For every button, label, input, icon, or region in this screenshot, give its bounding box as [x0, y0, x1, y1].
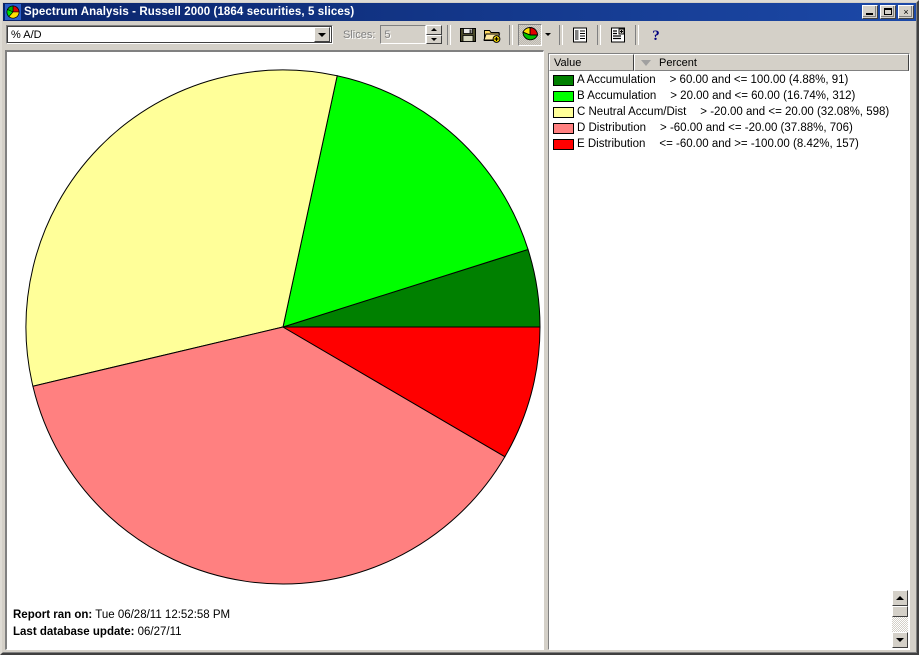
legend-color-swatch	[553, 106, 574, 118]
pie-chart-icon	[5, 4, 21, 20]
minimize-icon	[866, 13, 873, 15]
minimize-button[interactable]	[862, 5, 878, 19]
help-button[interactable]: ?	[644, 24, 668, 46]
chart-panel: A Accumulation 4.88% (91)B Accumulation …	[5, 50, 544, 650]
legend-row-label: E Distribution	[577, 138, 646, 150]
legend-color-swatch	[553, 74, 574, 86]
pie-chart-icon	[522, 26, 539, 40]
legend-row-detail: > -20.00 and <= 20.00 (32.08%, 598)	[700, 106, 890, 118]
legend-row-detail: > 20.00 and <= 60.00 (16.74%, 312)	[670, 90, 856, 102]
question-mark-icon: ?	[653, 28, 661, 44]
slices-spin-buttons	[426, 25, 443, 44]
toolbar-separator-5	[635, 24, 640, 45]
scroll-up-button[interactable]	[892, 590, 908, 606]
legend-row[interactable]: D Distribution > -60.00 and <= -20.00 (37…	[549, 120, 909, 136]
legend-row-label: C Neutral Accum/Dist	[577, 106, 687, 118]
slices-label: Slices:	[343, 28, 376, 41]
last-database-update-value: 06/27/11	[137, 626, 182, 638]
scrollbar-track[interactable]	[892, 617, 908, 632]
report-ran-on-label: Report ran on:	[13, 609, 93, 621]
column-header-percent-label: Percent	[659, 56, 697, 69]
legend-row[interactable]: B Accumulation > 20.00 and <= 60.00 (16.7…	[549, 88, 909, 104]
column-header-percent[interactable]: Percent	[634, 54, 909, 71]
slices-stepper[interactable]: 5	[380, 25, 443, 44]
floppy-disk-icon	[460, 27, 477, 42]
slices-input[interactable]: 5	[380, 25, 427, 44]
slices-increment-button[interactable]	[426, 25, 443, 35]
legend-row[interactable]: A Accumulation > 60.00 and <= 100.00 (4.8…	[549, 72, 909, 88]
svg-text:?: ?	[653, 28, 661, 44]
folder-add-icon	[483, 29, 501, 43]
toolbar: % A/D Slices: 5 ?	[3, 22, 916, 47]
pie-chart[interactable]: A Accumulation 4.88% (91)B Accumulation …	[7, 52, 543, 649]
slices-decrement-button[interactable]	[426, 34, 443, 44]
legend-list: A Accumulation > 60.00 and <= 100.00 (4.8…	[549, 71, 909, 152]
legend-row-label: D Distribution	[577, 122, 647, 134]
report-add-icon	[611, 27, 626, 42]
list-report-button[interactable]	[568, 24, 592, 46]
pie-chart-view-button[interactable]	[518, 23, 543, 46]
chevron-down-icon	[545, 33, 552, 36]
triangle-down-icon	[431, 37, 438, 41]
triangle-up-icon	[896, 596, 904, 600]
legend-header: Value Percent	[549, 54, 909, 71]
legend-scrollbar[interactable]	[892, 590, 908, 648]
title-bar[interactable]: Spectrum Analysis - Russell 2000 (1864 s…	[3, 3, 916, 21]
add-report-button[interactable]	[606, 24, 630, 46]
window-controls: ×	[862, 5, 914, 19]
application-window: Spectrum Analysis - Russell 2000 (1864 s…	[0, 0, 919, 655]
maximize-icon	[884, 8, 892, 15]
close-button[interactable]: ×	[898, 5, 914, 19]
indicator-select[interactable]: % A/D	[6, 25, 333, 44]
toolbar-separator-3	[559, 24, 564, 45]
column-header-value[interactable]: Value	[549, 54, 634, 71]
legend-row-detail: > -60.00 and <= -20.00 (37.88%, 706)	[660, 122, 853, 134]
chart-type-dropdown[interactable]	[542, 24, 554, 46]
triangle-up-icon	[431, 28, 438, 32]
legend-color-swatch	[553, 138, 574, 150]
report-list-icon	[573, 27, 588, 42]
toolbar-separator-2	[509, 24, 514, 45]
legend-row[interactable]: C Neutral Accum/Dist > -20.00 and <= 20.0…	[549, 104, 909, 120]
legend-row[interactable]: E Distribution <= -60.00 and >= -100.00 (…	[549, 136, 909, 152]
scroll-down-button[interactable]	[892, 632, 908, 648]
scrollbar-thumb[interactable]	[892, 606, 908, 617]
legend-color-swatch	[553, 122, 574, 134]
window-title: Spectrum Analysis - Russell 2000 (1864 s…	[24, 6, 355, 18]
last-database-update: Last database update: 06/27/11	[13, 624, 182, 640]
legend-panel: Value Percent A Accumulation > 60.00 and …	[548, 53, 910, 650]
toolbar-separator-4	[597, 24, 602, 45]
maximize-button[interactable]	[880, 5, 896, 19]
sort-descending-icon	[641, 59, 651, 66]
last-database-update-label: Last database update:	[13, 626, 135, 638]
triangle-down-icon	[896, 638, 904, 642]
legend-row-label: B Accumulation	[577, 90, 657, 102]
legend-row-label: A Accumulation	[577, 74, 656, 86]
open-add-button[interactable]	[480, 24, 504, 46]
close-icon: ×	[903, 6, 909, 17]
legend-color-swatch	[553, 90, 574, 102]
legend-row-detail: <= -60.00 and >= -100.00 (8.42%, 157)	[659, 138, 859, 150]
report-ran-on: Report ran on: Tue 06/28/11 12:52:58 PM	[13, 607, 230, 623]
chevron-down-icon[interactable]	[314, 27, 330, 42]
legend-row-detail: > 60.00 and <= 100.00 (4.88%, 91)	[669, 74, 849, 86]
indicator-select-value: % A/D	[11, 28, 42, 41]
toolbar-separator-1	[447, 24, 452, 45]
save-button[interactable]	[456, 24, 480, 46]
report-ran-on-value: Tue 06/28/11 12:52:58 PM	[95, 609, 231, 621]
